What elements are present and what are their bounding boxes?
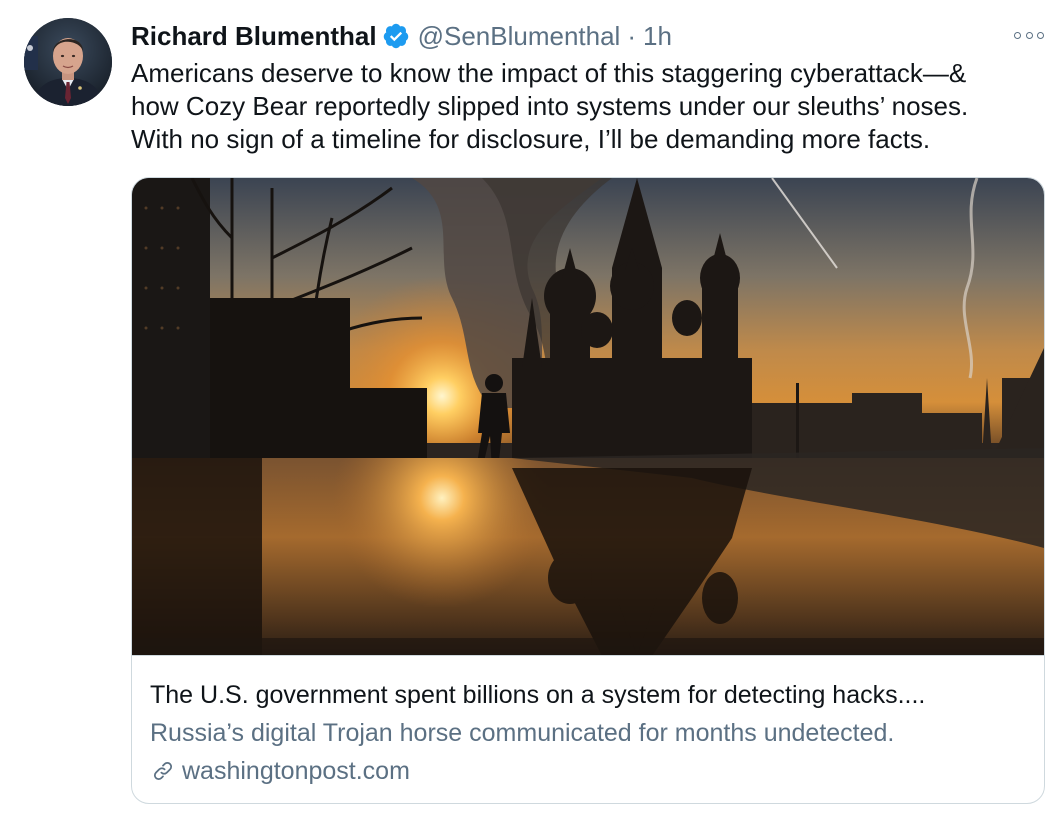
more-dot: [1014, 31, 1021, 39]
tweet-text-line: Americans deserve to know the impact of …: [131, 58, 967, 88]
tweet-text: Americans deserve to know the impact of …: [131, 57, 1046, 156]
link-card-domain[interactable]: washingtonpost.com: [182, 752, 410, 790]
tweet-header: Richard Blumenthal @SenBlumenthal · 1h: [131, 18, 672, 54]
link-card-text[interactable]: The U.S. government spent billions on a …: [150, 676, 1028, 790]
kremlin-sunset-photo: [132, 178, 1044, 655]
link-card-domain-row[interactable]: washingtonpost.com: [150, 752, 1028, 790]
avatar[interactable]: [24, 18, 112, 106]
tweet-text-line: With no sign of a timeline for disclosur…: [131, 124, 931, 154]
more-options-icon[interactable]: [1014, 26, 1044, 44]
link-card-description: Russia’s digital Trojan horse communicat…: [150, 719, 895, 747]
tweet-text-line: how Cozy Bear reportedly slipped into sy…: [131, 91, 969, 121]
author-name[interactable]: Richard Blumenthal: [131, 21, 377, 52]
avatar-photo: [24, 18, 112, 106]
separator: ·: [627, 20, 636, 51]
tweet[interactable]: Richard Blumenthal @SenBlumenthal · 1h A…: [0, 0, 1060, 816]
author-handle[interactable]: @SenBlumenthal: [418, 21, 621, 52]
verified-badge-icon: [382, 22, 410, 50]
link-card-image[interactable]: [132, 178, 1044, 656]
timestamp[interactable]: 1h: [643, 21, 672, 52]
more-dot: [1025, 31, 1033, 39]
link-card-title[interactable]: The U.S. government spent billions on a …: [150, 676, 1028, 714]
link-icon: [150, 758, 176, 784]
link-card[interactable]: The U.S. government spent billions on a …: [131, 177, 1045, 804]
more-dot: [1037, 31, 1044, 39]
